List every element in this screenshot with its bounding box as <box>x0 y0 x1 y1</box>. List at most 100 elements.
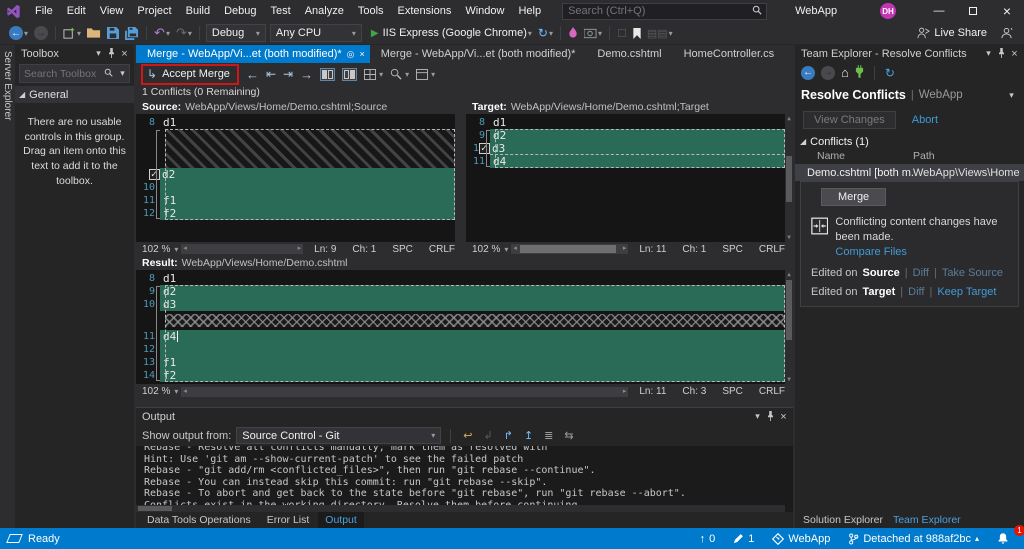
first-conflict-icon[interactable]: ⇤ <box>266 67 276 81</box>
restore-button[interactable] <box>956 0 990 22</box>
toolbox-section-general[interactable]: ◢ General <box>15 86 134 103</box>
chevron-down-icon[interactable]: ▾ <box>1005 90 1018 101</box>
code-line[interactable]: 12 f2 <box>136 207 463 220</box>
merge-button[interactable]: Merge <box>821 188 886 206</box>
next-message-icon[interactable]: ↱ <box>501 429 516 442</box>
pin-icon[interactable] <box>995 48 1008 60</box>
clear-all-icon[interactable]: ≣ <box>541 429 556 442</box>
refresh-icon[interactable]: ↻ <box>885 66 895 80</box>
menu-help[interactable]: Help <box>511 0 548 22</box>
forward-button[interactable]: → <box>821 66 835 80</box>
copy-output-icon[interactable]: ↥ <box>521 429 536 442</box>
code-line[interactable]: 8 d1 <box>466 116 793 129</box>
tab-demo-cshtml[interactable]: Demo.cshtml <box>586 45 672 63</box>
tab-error-list[interactable]: Error List <box>260 512 317 528</box>
code-line[interactable]: 9 d2 <box>136 285 793 298</box>
close-button[interactable]: × <box>990 0 1024 22</box>
pin-icon[interactable] <box>764 411 777 423</box>
toolbox-search-box[interactable]: ▾ <box>19 64 130 83</box>
close-icon[interactable]: × <box>360 49 365 59</box>
back-button[interactable]: ← <box>801 66 815 80</box>
save-options-dropdown[interactable]: ▾ <box>416 69 435 80</box>
code-line[interactable]: 12 <box>136 343 793 356</box>
outgoing-commits-indicator[interactable]: ↑ 0 <box>691 528 725 549</box>
refresh-browser-icon[interactable]: ↻▾ <box>535 23 556 43</box>
horizontal-scrollbar[interactable] <box>136 505 785 512</box>
pin-icon[interactable]: ◎ <box>347 49 355 60</box>
vertical-scrollbar[interactable]: ▲ ▼ <box>785 114 793 242</box>
vertical-scrollbar[interactable] <box>455 114 463 242</box>
horizontal-scrollbar[interactable]: ◂▸ <box>181 387 628 397</box>
redo-icon[interactable]: ↷▾ <box>173 23 195 43</box>
tab-solution-explorer[interactable]: Solution Explorer <box>803 514 883 526</box>
result-editor[interactable]: 8 d1 9 d2 10 d3 11 <box>136 270 793 384</box>
team-explorer-page-header[interactable]: Resolve Conflicts | WebApp ▾ <box>795 83 1024 107</box>
tab-merge-2[interactable]: Merge - WebApp/Vi...et (both modified)* <box>370 45 587 63</box>
tab-homecontroller-cs[interactable]: HomeController.cs <box>673 45 785 63</box>
compare-options-dropdown[interactable]: ▾ <box>390 68 409 80</box>
code-line[interactable]: 10 d3 <box>466 142 793 155</box>
bookmark-icon[interactable] <box>630 23 644 43</box>
repository-indicator[interactable]: WebApp <box>763 528 839 549</box>
take-source-link[interactable]: Take Source <box>942 267 1003 279</box>
menu-window[interactable]: Window <box>458 0 511 22</box>
code-line[interactable]: 11 d4 <box>466 155 793 168</box>
name-column-header[interactable]: Name <box>795 150 913 164</box>
team-explorer-titlebar[interactable]: Team Explorer - Resolve Conflicts ▾ × <box>795 45 1024 62</box>
performance-profiler-icon[interactable] <box>565 23 581 43</box>
screenshot-icon[interactable]: ▾ <box>581 23 605 43</box>
close-icon[interactable]: × <box>1008 48 1021 60</box>
source-editor[interactable]: 8 d1 9 d2 10 <box>136 114 463 242</box>
two-way-view-toggle[interactable] <box>320 68 335 81</box>
chevron-down-icon[interactable]: ▾ <box>174 245 178 254</box>
save-icon[interactable] <box>104 23 122 43</box>
code-line[interactable]: 8 d1 <box>136 116 463 129</box>
menu-file[interactable]: File <box>28 0 60 22</box>
quick-search-box[interactable] <box>562 3 767 20</box>
next-conflict-icon[interactable]: → <box>300 67 313 82</box>
toolbox-titlebar[interactable]: Toolbox ▾ × <box>15 45 134 62</box>
close-icon[interactable]: × <box>777 411 790 423</box>
abort-link[interactable]: Abort <box>912 114 938 126</box>
vertical-scrollbar[interactable]: ▲ ▼ <box>785 270 793 384</box>
menu-test[interactable]: Test <box>264 0 298 22</box>
code-line[interactable]: 13 f1 <box>136 356 793 369</box>
word-wrap-icon[interactable]: ⇆ <box>561 429 576 442</box>
previous-message-icon[interactable]: ↲ <box>481 429 496 442</box>
new-project-icon[interactable]: ▾ <box>60 23 84 43</box>
conflict-list-item[interactable]: Demo.cshtml [both m... WebApp\Views\Home <box>795 164 1024 181</box>
navigate-back-button[interactable]: ←▾ <box>6 23 31 43</box>
zoom-level[interactable]: 102 % <box>136 244 173 255</box>
horizontal-scrollbar[interactable]: ◂▸ <box>181 244 303 254</box>
layout-dropdown[interactable]: ▾ <box>364 69 383 80</box>
keep-target-link[interactable]: Keep Target <box>937 286 996 298</box>
menu-extensions[interactable]: Extensions <box>391 0 459 22</box>
menu-analyze[interactable]: Analyze <box>298 0 351 22</box>
target-editor[interactable]: 8 d1 9 d2 10 d3 <box>466 114 793 242</box>
diff-target-link[interactable]: Diff <box>908 286 924 298</box>
background-tasks-icon[interactable] <box>6 534 23 543</box>
code-line[interactable]: 14 f2 <box>136 369 793 382</box>
chevron-down-icon[interactable]: ▾ <box>174 387 178 396</box>
open-folder-icon[interactable] <box>84 23 104 43</box>
conflicts-section-header[interactable]: ◢ Conflicts (1) <box>795 133 1024 150</box>
output-source-dropdown[interactable]: Source Control - Git ▾ <box>236 427 441 444</box>
chevron-down-icon[interactable]: ▾ <box>116 68 129 79</box>
code-line[interactable]: 11 f1 <box>136 194 463 207</box>
include-change-checkbox[interactable] <box>149 169 160 180</box>
zoom-level[interactable]: 102 % <box>466 244 503 255</box>
quick-search-input[interactable] <box>563 5 748 17</box>
notifications-button[interactable]: 1 <box>988 528 1018 549</box>
output-console[interactable]: Rebase - Resolve all conflicts manually,… <box>136 446 793 512</box>
horizontal-scrollbar[interactable]: ◂▸ <box>511 244 628 254</box>
code-line[interactable]: 9 d2 <box>466 129 793 142</box>
tab-data-tools-operations[interactable]: Data Tools Operations <box>140 512 258 528</box>
code-line[interactable]: 11 d4 <box>136 330 793 343</box>
last-conflict-icon[interactable]: ⇥ <box>283 67 293 81</box>
start-debugging-button[interactable]: ▶ IIS Express (Google Chrome)▾ <box>368 23 535 43</box>
save-all-icon[interactable] <box>122 23 142 43</box>
minimize-button[interactable]: — <box>922 0 956 22</box>
menu-build[interactable]: Build <box>179 0 217 22</box>
accept-merge-button[interactable]: ↳ Accept Merge <box>141 64 239 85</box>
compare-files-link[interactable]: Compare Files <box>835 246 907 258</box>
